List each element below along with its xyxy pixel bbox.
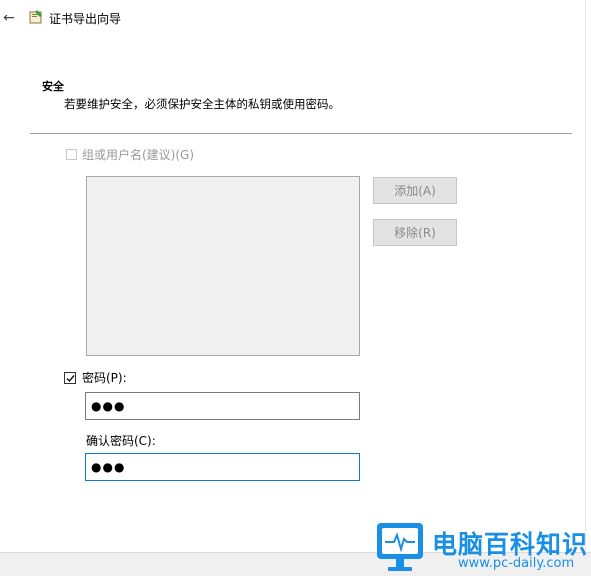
password-checkbox[interactable]: [64, 372, 76, 384]
window-edge: [585, 0, 586, 552]
remove-button[interactable]: 移除(R): [373, 219, 457, 246]
add-button[interactable]: 添加(A): [373, 177, 457, 204]
checkmark-icon: [66, 375, 75, 383]
password-field[interactable]: ●●●: [85, 392, 360, 420]
section-heading: 安全: [42, 80, 64, 93]
header-divider: [30, 133, 572, 134]
watermark-monitor-logo: [374, 515, 426, 575]
confirm-password-label: 确认密码(C):: [86, 434, 156, 448]
window-title: 证书导出向导: [49, 12, 122, 26]
certificate-wizard-icon: [28, 9, 44, 25]
group-or-user-checkbox[interactable]: [66, 149, 77, 160]
confirm-password-field[interactable]: ●●●: [85, 453, 360, 481]
password-value: ●●●: [91, 399, 126, 413]
password-label: 密码(P):: [82, 371, 127, 385]
group-or-user-label: 组或用户名(建议)(G): [82, 148, 195, 162]
confirm-password-value: ●●●: [91, 460, 126, 474]
back-arrow-icon[interactable]: ←: [0, 8, 18, 28]
watermark-url: www.pc-daily.com: [458, 556, 575, 571]
principal-list[interactable]: [86, 176, 360, 356]
section-description: 若要维护安全，必须保护安全主体的私钥或使用密码。: [64, 97, 340, 111]
